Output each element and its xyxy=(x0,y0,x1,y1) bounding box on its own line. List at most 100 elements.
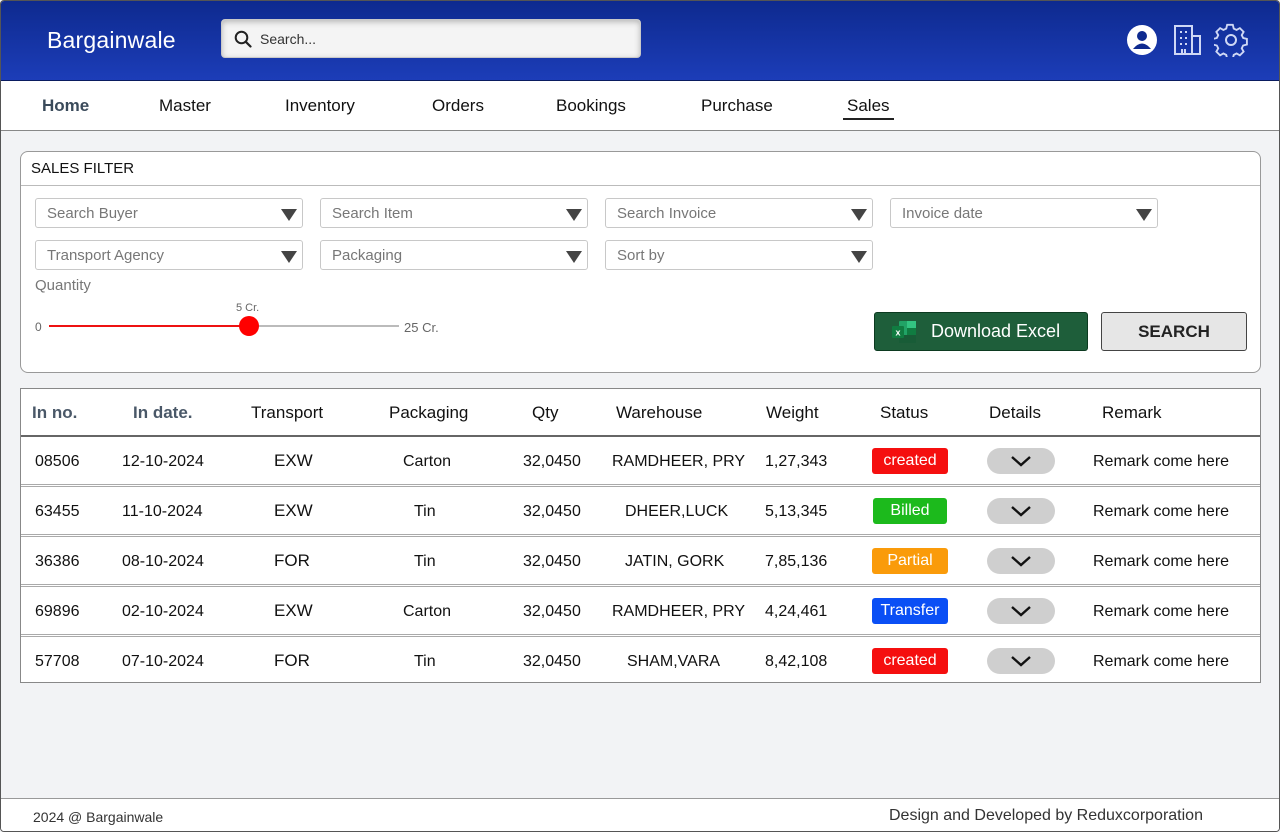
nav-item-sales[interactable]: Sales xyxy=(843,96,894,120)
sort-by-select[interactable]: Sort by xyxy=(605,240,873,270)
cell-weight: 8,42,108 xyxy=(765,653,828,670)
slider-thumb[interactable] xyxy=(238,316,259,336)
cell-transport: EXW xyxy=(274,601,313,620)
nav-item-master[interactable]: Master xyxy=(159,96,211,116)
dropdown-arrow-icon xyxy=(566,251,582,263)
table-row[interactable]: 08506 12-10-2024 EXW Carton 32,0450 RAMD… xyxy=(21,437,1260,487)
cell-remark: Remark come here xyxy=(1093,453,1230,470)
table-row[interactable]: 63455 11-10-2024 EXW Tin 32,0450 DHEER,L… xyxy=(21,487,1260,537)
sales-table: In no. In date. Transport Packaging Qty … xyxy=(20,388,1261,683)
col-header-qty: Qty xyxy=(532,403,559,422)
cell-qty: 32,0450 xyxy=(523,453,581,470)
user-avatar-icon[interactable] xyxy=(1125,23,1159,57)
cell-in-no: 08506 xyxy=(35,453,80,470)
dropdown-arrow-icon xyxy=(281,209,297,221)
col-header-remark: Remark xyxy=(1102,403,1162,422)
sales-filter-panel: SALES FILTER Search Buyer Search Item Se… xyxy=(20,151,1261,373)
table-header: In no. In date. Transport Packaging Qty … xyxy=(21,389,1260,437)
buyer-select[interactable]: Search Buyer xyxy=(35,198,303,228)
select-label: Sort by xyxy=(617,247,665,264)
details-expand-button[interactable] xyxy=(987,648,1055,674)
cell-warehouse: JATIN, GORK xyxy=(625,553,725,570)
col-header-in-date[interactable]: In date. xyxy=(133,403,193,423)
status-badge: Transfer xyxy=(872,598,948,624)
nav-item-bookings[interactable]: Bookings xyxy=(556,96,626,116)
cell-packaging: Tin xyxy=(414,653,436,670)
cell-remark: Remark come here xyxy=(1093,503,1230,520)
cell-qty: 32,0450 xyxy=(523,653,581,670)
invoice-date-select[interactable]: Invoice date xyxy=(890,198,1158,228)
divider xyxy=(21,185,1260,186)
cell-in-no: 57708 xyxy=(35,653,80,670)
nav-item-orders[interactable]: Orders xyxy=(432,96,484,116)
cell-transport: EXW xyxy=(274,501,313,520)
cell-in-no: 63455 xyxy=(35,503,80,520)
cell-remark: Remark come here xyxy=(1093,553,1230,570)
cell-in-no: 36386 xyxy=(35,553,80,570)
search-button[interactable]: SEARCH xyxy=(1101,312,1247,351)
select-label: Packaging xyxy=(332,247,403,264)
search-bar[interactable] xyxy=(221,19,641,58)
nav-item-inventory[interactable]: Inventory xyxy=(285,96,355,116)
quantity-label: Quantity xyxy=(35,277,91,294)
table-row[interactable]: 69896 02-10-2024 EXW Carton 32,0450 RAMD… xyxy=(21,587,1260,637)
cell-in-date: 02-10-2024 xyxy=(122,603,204,620)
table-row[interactable]: 57708 07-10-2024 FOR Tin 32,0450 SHAM,VA… xyxy=(21,637,1260,687)
cell-qty: 32,0450 xyxy=(523,603,581,620)
details-expand-button[interactable] xyxy=(987,448,1055,474)
quantity-slider-max: 25 Cr. xyxy=(404,320,439,335)
cell-weight: 1,27,343 xyxy=(765,453,828,470)
building-icon[interactable] xyxy=(1170,23,1204,57)
table-row[interactable]: 36386 08-10-2024 FOR Tin 32,0450 JATIN, … xyxy=(21,537,1260,587)
cell-weight: 5,13,345 xyxy=(765,503,828,520)
cell-remark: Remark come here xyxy=(1093,603,1230,620)
packaging-select[interactable]: Packaging xyxy=(320,240,588,270)
cell-in-date: 07-10-2024 xyxy=(122,653,204,670)
invoice-select[interactable]: Search Invoice xyxy=(605,198,873,228)
filter-title: SALES FILTER xyxy=(31,160,135,177)
nav-item-purchase[interactable]: Purchase xyxy=(701,96,773,116)
col-header-warehouse: Warehouse xyxy=(616,403,703,422)
search-input[interactable] xyxy=(260,30,620,47)
details-expand-button[interactable] xyxy=(987,498,1055,524)
col-header-details: Details xyxy=(989,403,1041,422)
quantity-slider-min: 0 xyxy=(35,320,42,334)
select-label: Invoice date xyxy=(902,205,983,222)
quantity-slider[interactable] xyxy=(49,316,399,336)
download-excel-button[interactable]: x Download Excel xyxy=(874,312,1088,351)
chevron-down-icon xyxy=(1011,656,1031,667)
col-header-packaging: Packaging xyxy=(389,403,469,422)
brand-logo-text[interactable]: Bargainwale xyxy=(47,27,176,54)
cell-warehouse: SHAM,VARA xyxy=(627,653,721,670)
col-header-transport: Transport xyxy=(251,403,324,422)
status-badge: Partial xyxy=(872,548,948,574)
gear-icon[interactable] xyxy=(1214,23,1248,57)
cell-in-date: 11-10-2024 xyxy=(122,503,203,520)
details-expand-button[interactable] xyxy=(987,548,1055,574)
cell-packaging: Tin xyxy=(414,553,436,570)
cell-in-date: 08-10-2024 xyxy=(122,553,204,570)
item-select[interactable]: Search Item xyxy=(320,198,588,228)
quantity-slider-value: 5 Cr. xyxy=(236,302,260,314)
svg-text:x: x xyxy=(895,327,900,337)
status-badge: created xyxy=(872,648,948,674)
details-expand-button[interactable] xyxy=(987,598,1055,624)
cell-packaging: Carton xyxy=(403,603,452,620)
nav-item-home[interactable]: Home xyxy=(42,96,89,116)
dropdown-arrow-icon xyxy=(566,209,582,221)
cell-weight: 4,24,461 xyxy=(765,603,828,620)
col-header-in-no[interactable]: In no. xyxy=(32,403,77,423)
chevron-down-icon xyxy=(1011,606,1031,617)
status-badge: created xyxy=(872,448,948,474)
slider-fill xyxy=(49,325,249,327)
select-label: Search Buyer xyxy=(47,205,138,222)
excel-icon: x xyxy=(892,320,916,343)
chevron-down-icon xyxy=(1011,506,1031,517)
chevron-down-icon xyxy=(1011,456,1031,467)
footer-credit: Design and Developed by Reduxcorporation xyxy=(889,807,1203,824)
search-icon xyxy=(234,30,252,48)
cell-weight: 7,85,136 xyxy=(765,553,828,570)
transport-agency-select[interactable]: Transport Agency xyxy=(35,240,303,270)
chevron-down-icon xyxy=(1011,556,1031,567)
cell-qty: 32,0450 xyxy=(523,553,581,570)
